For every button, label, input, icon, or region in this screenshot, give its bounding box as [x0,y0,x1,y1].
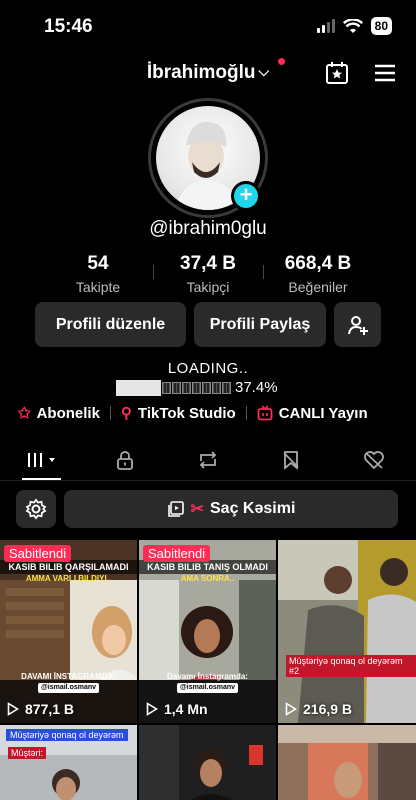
bio-progress: 37.4% [116,379,278,396]
video-caption-blue: Müştəriyə qonaq ol deyərəm [6,729,128,741]
tab-private[interactable] [83,440,166,480]
notification-dot [278,58,285,65]
username-label: İbrahimoğlu [146,62,256,83]
bio-loading-text: LOADING.. [167,360,249,377]
tab-reposts[interactable] [166,440,249,480]
video-caption-top: KASIB BILIB QARŞILAMADI [0,560,137,574]
tab-favorites[interactable] [250,440,333,480]
video-caption-user: @ismail.osmanv [176,683,239,693]
bio-progress-bar [116,379,231,396]
grid-icon [27,453,55,467]
profile-links: ✩ Abonelik ⚲ TikTok Studio CANLI Yayın [18,404,408,423]
add-photo-button[interactable]: + [231,181,261,211]
profile-header: İbrahimoğlu ⌵ [0,58,416,90]
share-profile-button[interactable]: Profili Paylaş [194,302,326,347]
content-tabs [0,440,416,480]
video-caption-cta: Davamı İnstagramda: [167,672,248,681]
video-caption-cta: DAVAMI İNSTAGRAMDA: [21,672,116,681]
view-count: 1,4 Mn [146,701,208,717]
video-thumbnail[interactable]: KASIB BILIB TANIŞ OLMADI AMA SONRA.. Dav… [139,540,276,723]
heart-icon [364,451,385,470]
playlist-icon [167,501,184,517]
tiktok-studio-link[interactable]: ⚲ TikTok Studio [120,404,236,423]
chevron-down-icon: ⌵ [258,63,270,79]
video-preview [278,540,416,723]
video-thumbnail[interactable] [278,725,416,800]
playlist-settings-button[interactable] [16,490,56,528]
video-caption-sub: AMMA VARLI BILDIYI.. [25,574,112,583]
video-preview [139,725,276,800]
video-thumbnail[interactable]: KASIB BILIB QARŞILAMADI AMMA VARLI BILDI… [0,540,137,723]
stat-label: Takipçi [186,279,230,295]
tab-liked[interactable] [333,440,416,480]
playlist-label: Saç Kəsimi [210,500,296,517]
video-caption-bottom: DAVAMI İNSTAGRAMDA: @ismail.osmanv [0,672,137,693]
status-bar: 15:46 80 [0,0,416,52]
edit-profile-button[interactable]: Profili düzenle [35,302,186,347]
stat-label: Beğeniler [288,279,348,295]
add-user-icon [347,315,368,335]
calendar-star-icon[interactable] [324,60,350,86]
link-label: TikTok Studio [137,404,236,422]
account-switcher[interactable]: İbrahimoğlu ⌵ [0,62,416,84]
bio-progress-percent: 37.4% [235,379,278,396]
wifi-icon [342,18,363,33]
video-caption-red: Müştəri: [8,747,47,759]
link-label: Abonelik [36,404,100,422]
video-caption-sub: AMA SONRA.. [180,574,235,583]
view-count-value: 1,4 Mn [164,701,208,717]
video-thumbnail[interactable]: Müştəriyə qonaq ol deyərəm Müştəri: [0,725,137,800]
video-caption-top: KASIB BILIB TANIŞ OLMADI [139,560,276,574]
menu-icon[interactable] [372,60,398,86]
video-preview [278,725,416,800]
view-count: 877,1 B [7,701,74,717]
live-icon [257,405,273,421]
video-caption-badge: Müştəriyə qonaq ol deyərəm #2 [286,655,416,677]
star-icon: ✩ [18,405,31,422]
video-thumbnail[interactable] [139,725,276,800]
stats-row: 54 Takipte 37,4 B Takipçi 668,4 B Beğeni… [0,253,416,295]
stat-value: 37,4 B [180,253,236,274]
video-grid: KASIB BILIB QARŞILAMADI AMMA VARLI BILDI… [0,540,416,800]
view-count-value: 877,1 B [25,701,75,717]
stat-followers[interactable]: 37,4 B Takipçi [153,253,263,295]
video-thumbnail[interactable]: Müştəriyə qonaq ol deyərəm #2 216,9 B [278,540,416,723]
stat-label: Takipte [75,279,121,295]
lock-icon [116,451,133,470]
status-icons: 80 [316,17,392,35]
add-friend-button[interactable] [334,302,381,347]
video-caption-bottom: Davamı İnstagramda: @ismail.osmanv [139,672,276,693]
battery-indicator: 80 [370,17,392,35]
scissors-icon: ✂ [190,501,204,518]
subscription-link[interactable]: ✩ Abonelik [18,404,100,423]
tab-videos[interactable] [0,440,83,480]
status-time: 15:46 [44,16,93,37]
play-icon [285,702,297,716]
stat-likes[interactable]: 668,4 B Beğeniler [263,253,373,295]
stat-value: 54 [87,253,109,274]
stat-following[interactable]: 54 Takipte [43,253,153,295]
bookmark-icon [283,451,299,470]
repost-icon [199,451,217,469]
stat-value: 668,4 B [284,253,352,274]
gear-icon [25,498,47,520]
live-link[interactable]: CANLI Yayın [257,405,368,422]
pinned-badge: Sabitlendi [4,545,72,562]
link-label: CANLI Yayın [278,404,368,422]
profile-handle: @ibrahim0glu [149,218,267,239]
signal-icon [316,19,335,33]
view-count-value: 216,9 B [303,701,353,717]
playlist-button[interactable]: ✂ Saç Kəsimi [64,490,398,528]
pinned-badge: Sabitlendi [143,545,211,562]
view-count: 216,9 B [285,701,352,717]
play-icon [146,702,158,716]
video-caption-user: @ismail.osmanv [37,683,100,693]
play-icon [7,702,19,716]
studio-icon: ⚲ [120,405,132,422]
